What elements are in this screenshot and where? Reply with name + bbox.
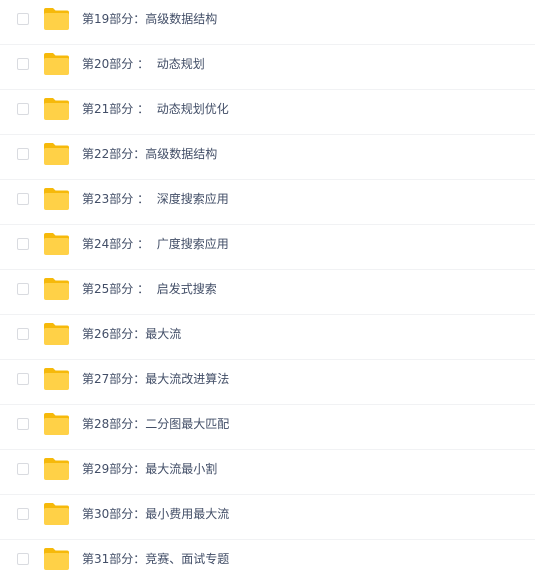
file-row-12[interactable]: 第30部分：最小费用最大流 <box>0 495 535 540</box>
folder-icon[interactable] <box>43 277 70 301</box>
file-row-1[interactable]: 第19部分：高级数据结构 <box>0 0 535 45</box>
file-row-6[interactable]: 第24部分 ： 广度搜索应用 <box>0 225 535 270</box>
file-name[interactable]: 第26部分：最大流 <box>82 325 181 343</box>
folder-icon[interactable] <box>43 502 70 526</box>
file-row-9[interactable]: 第27部分：最大流改进算法 <box>0 360 535 405</box>
file-name[interactable]: 第23部分 ： 深度搜索应用 <box>82 190 229 208</box>
file-name[interactable]: 第29部分：最大流最小割 <box>82 460 217 478</box>
file-name[interactable]: 第27部分：最大流改进算法 <box>82 370 229 388</box>
folder-icon[interactable] <box>43 367 70 391</box>
folder-icon[interactable] <box>43 232 70 256</box>
file-row-7[interactable]: 第25部分 ： 启发式搜索 <box>0 270 535 315</box>
checkbox-icon[interactable] <box>17 13 29 25</box>
file-list: 第19部分：高级数据结构 第20部分 ： 动态规划 第21部分 ： 动态规划优化 <box>0 0 535 577</box>
checkbox-icon[interactable] <box>17 373 29 385</box>
file-name[interactable]: 第21部分 ： 动态规划优化 <box>82 100 229 118</box>
file-name[interactable]: 第25部分 ： 启发式搜索 <box>82 280 217 298</box>
file-name[interactable]: 第31部分：竞赛、面试专题 <box>82 550 229 568</box>
checkbox-icon[interactable] <box>17 463 29 475</box>
file-name[interactable]: 第22部分：高级数据结构 <box>82 145 217 163</box>
checkbox-icon[interactable] <box>17 58 29 70</box>
folder-icon[interactable] <box>43 142 70 166</box>
checkbox-icon[interactable] <box>17 418 29 430</box>
folder-icon[interactable] <box>43 52 70 76</box>
checkbox-icon[interactable] <box>17 238 29 250</box>
folder-icon[interactable] <box>43 97 70 121</box>
checkbox-icon[interactable] <box>17 103 29 115</box>
file-row-10[interactable]: 第28部分：二分图最大匹配 <box>0 405 535 450</box>
file-name[interactable]: 第20部分 ： 动态规划 <box>82 55 205 73</box>
folder-icon[interactable] <box>43 412 70 436</box>
checkbox-icon[interactable] <box>17 508 29 520</box>
folder-icon[interactable] <box>43 187 70 211</box>
file-name[interactable]: 第28部分：二分图最大匹配 <box>82 415 229 433</box>
checkbox-icon[interactable] <box>17 193 29 205</box>
file-row-3[interactable]: 第21部分 ： 动态规划优化 <box>0 90 535 135</box>
file-row-8[interactable]: 第26部分：最大流 <box>0 315 535 360</box>
file-name[interactable]: 第30部分：最小费用最大流 <box>82 505 229 523</box>
folder-icon[interactable] <box>43 7 70 31</box>
file-name[interactable]: 第19部分：高级数据结构 <box>82 10 217 28</box>
folder-icon[interactable] <box>43 547 70 571</box>
file-row-13[interactable]: 第31部分：竞赛、面试专题 <box>0 540 535 577</box>
file-row-5[interactable]: 第23部分 ： 深度搜索应用 <box>0 180 535 225</box>
file-row-4[interactable]: 第22部分：高级数据结构 <box>0 135 535 180</box>
checkbox-icon[interactable] <box>17 553 29 565</box>
folder-icon[interactable] <box>43 322 70 346</box>
checkbox-icon[interactable] <box>17 148 29 160</box>
file-row-11[interactable]: 第29部分：最大流最小割 <box>0 450 535 495</box>
checkbox-icon[interactable] <box>17 283 29 295</box>
file-row-2[interactable]: 第20部分 ： 动态规划 <box>0 45 535 90</box>
folder-icon[interactable] <box>43 457 70 481</box>
file-name[interactable]: 第24部分 ： 广度搜索应用 <box>82 235 229 253</box>
checkbox-icon[interactable] <box>17 328 29 340</box>
